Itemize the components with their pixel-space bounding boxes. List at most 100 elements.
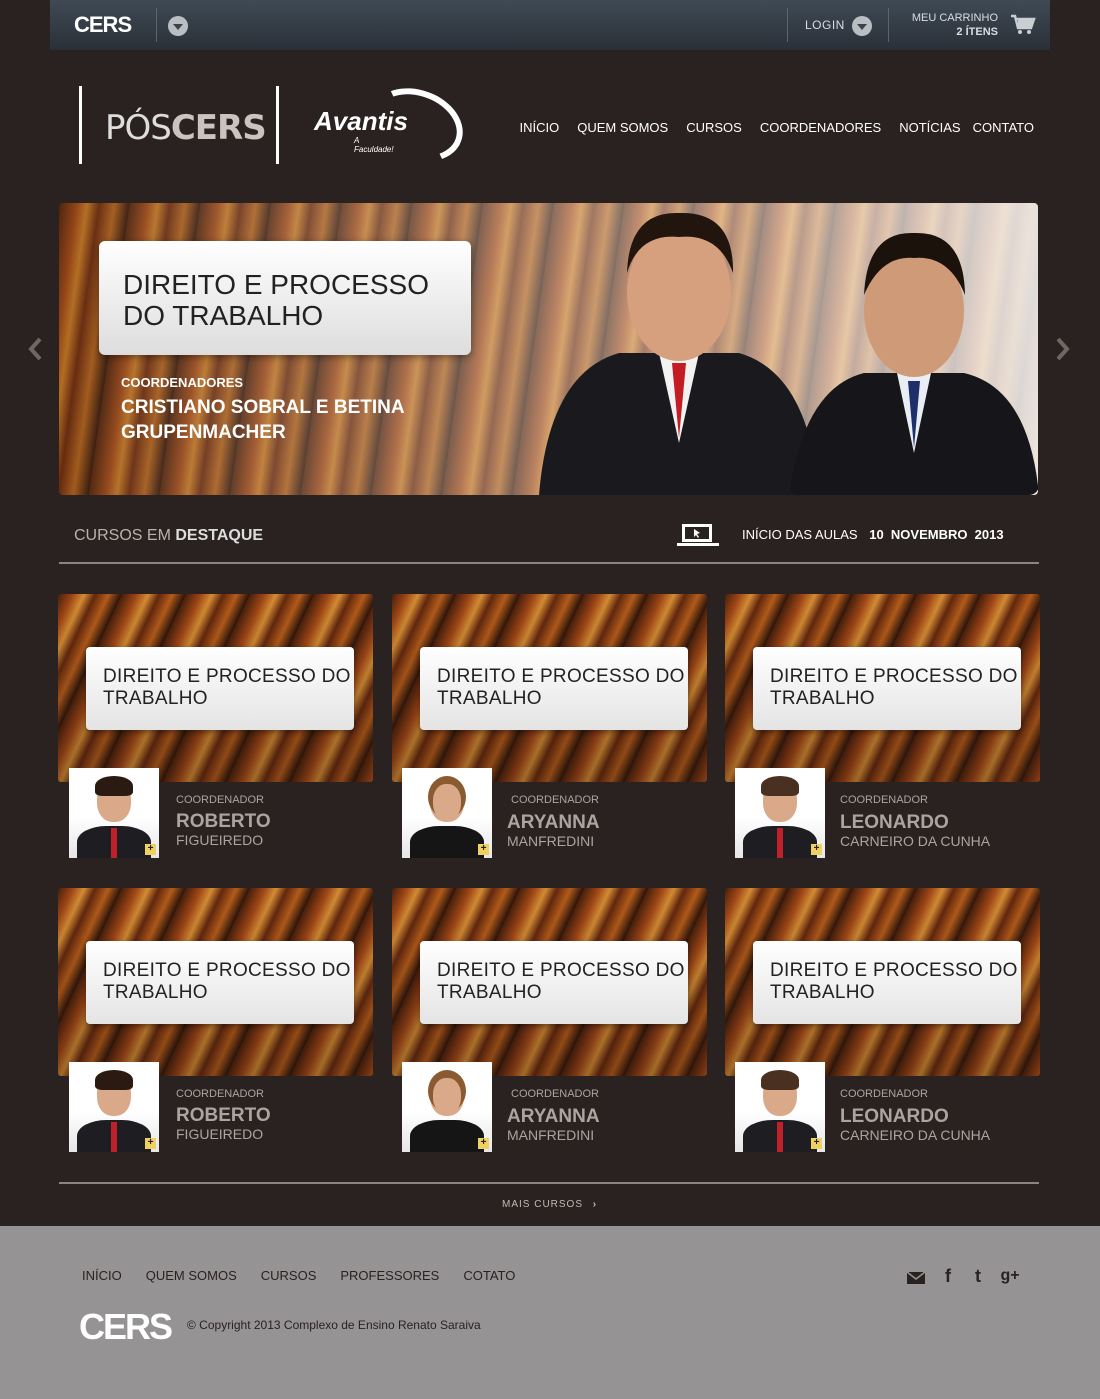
footer-nav-cursos[interactable]: CURSOS	[261, 1268, 317, 1283]
section-label: CURSOS EM	[74, 527, 171, 544]
coord-first-name: ARYANNA	[507, 1106, 600, 1127]
monitor-icon	[677, 524, 719, 546]
coord-label: COORDENADOR	[511, 794, 600, 806]
course-title: DIREITO E PROCESSO DO TRABALHO	[770, 960, 1018, 1003]
nav-inicio[interactable]: INÍCIO	[519, 120, 559, 135]
coord-label: COORDENADOR	[176, 794, 265, 806]
coord-last-name: MANFREDINI	[507, 833, 595, 849]
plus-icon[interactable]: +	[478, 1138, 489, 1149]
coordinator-avatar[interactable]: +	[69, 1062, 159, 1152]
divider	[888, 8, 889, 42]
coord-last-name: CARNEIRO DA CUNHA	[840, 1127, 991, 1143]
coordinator-avatar[interactable]: +	[69, 768, 159, 858]
footer-nav-inicio[interactable]: INÍCIO	[82, 1268, 122, 1283]
class-start: INÍCIO DAS AULAS 10 NOVEMBRO 2013	[742, 527, 1004, 542]
course-card[interactable]: DIREITO E PROCESSO DO TRABALHO	[725, 888, 1040, 1076]
course-title-card: DIREITO E PROCESSO DO TRABALHO	[420, 941, 688, 1024]
class-start-date: 10 NOVEMBRO 2013	[869, 527, 1004, 542]
course-card[interactable]: DIREITO E PROCESSO DO TRABALHO	[725, 594, 1040, 782]
top-bar: CERS LOGIN MEU CARRINHO 2 ÍTENS	[50, 0, 1050, 50]
course-title: DIREITO E PROCESSO DO TRABALHO	[437, 666, 685, 709]
course-title-card: DIREITO E PROCESSO DO TRABALHO	[753, 647, 1021, 730]
nav-quem-somos[interactable]: QUEM SOMOS	[577, 120, 668, 135]
coordinator-avatar[interactable]: +	[402, 1062, 492, 1152]
coord-label: COORDENADOR	[840, 1088, 929, 1100]
cart-link[interactable]: MEU CARRINHO 2 ÍTENS	[912, 11, 998, 39]
section-label-bold: DESTAQUE	[175, 527, 264, 544]
divider	[59, 562, 1039, 564]
divider	[156, 8, 157, 42]
avantis-tagline: A Faculdade!	[354, 136, 394, 154]
nav-coordenadores[interactable]: COORDENADORES	[760, 120, 881, 135]
hero-coord-label: COORDENADORES	[121, 375, 244, 390]
hero-banner[interactable]: DIREITO E PROCESSO DO TRABALHO COORDENAD…	[59, 203, 1038, 495]
course-card[interactable]: DIREITO E PROCESSO DO TRABALHO	[58, 888, 373, 1076]
chevron-left-icon[interactable]	[28, 337, 42, 361]
coord-label: COORDENADOR	[840, 794, 929, 806]
coord-last-name: CARNEIRO DA CUNHA	[840, 833, 991, 849]
plus-icon[interactable]: +	[145, 1138, 156, 1149]
google-plus-icon[interactable]: g+	[1000, 1266, 1020, 1286]
coord-label: COORDENADOR	[511, 1088, 600, 1100]
plus-icon[interactable]: +	[811, 1138, 822, 1149]
coordinator-avatar[interactable]: +	[735, 768, 825, 858]
course-title: DIREITO E PROCESSO DO TRABALHO	[103, 960, 351, 1003]
coord-last-name: FIGUEIREDO	[176, 1126, 264, 1142]
pos-text: PÓS	[105, 108, 172, 148]
footer-nav-professores[interactable]: PROFESSORES	[340, 1268, 439, 1283]
coord-last-name: FIGUEIREDO	[176, 832, 264, 848]
coord-first-name: ARYANNA	[507, 812, 600, 833]
coordinator-avatar[interactable]: +	[735, 1062, 825, 1152]
more-courses-link[interactable]: MAIS CURSOS ›	[502, 1199, 597, 1210]
coord-first-name: ROBERTO	[176, 811, 271, 832]
course-title-card: DIREITO E PROCESSO DO TRABALHO	[753, 941, 1021, 1024]
coord-first-name: ROBERTO	[176, 1105, 271, 1126]
footer-nav-cotato[interactable]: COTATO	[463, 1268, 515, 1283]
footer-nav-quem-somos[interactable]: QUEM SOMOS	[146, 1268, 237, 1283]
coordinator-photo	[539, 212, 819, 495]
course-card[interactable]: DIREITO E PROCESSO DO TRABALHO	[392, 888, 707, 1076]
login-chevron-down-icon[interactable]	[852, 16, 872, 36]
cart-label: MEU CARRINHO	[911, 12, 998, 24]
cart-count: 2 ÍTENS	[956, 26, 998, 38]
nav-cursos[interactable]: CURSOS	[686, 120, 742, 135]
class-start-label: INÍCIO DAS AULAS	[742, 527, 858, 542]
login-link[interactable]: LOGIN	[805, 18, 845, 32]
course-card[interactable]: DIREITO E PROCESSO DO TRABALHO	[392, 594, 707, 782]
plus-icon[interactable]: +	[145, 844, 156, 855]
nav-contato[interactable]: CONTATO	[973, 120, 1034, 135]
hero-coord-names: CRISTIANO SOBRAL E BETINA GRUPENMACHER	[121, 397, 404, 443]
divider	[59, 1182, 1039, 1184]
cart-icon[interactable]	[1010, 14, 1036, 36]
avantis-logo: Avantis	[314, 106, 408, 136]
facebook-icon[interactable]: f	[938, 1266, 958, 1286]
chevron-down-icon[interactable]	[168, 16, 188, 36]
course-title: DIREITO E PROCESSO DO TRABALHO	[770, 666, 1018, 709]
course-card[interactable]: DIREITO E PROCESSO DO TRABALHO	[58, 594, 373, 782]
logo-bar	[276, 86, 279, 164]
footer-cers-logo[interactable]: CERS	[79, 1306, 173, 1348]
coord-last-name: MANFREDINI	[507, 1127, 595, 1143]
coord-label: COORDENADOR	[176, 1088, 265, 1100]
logo-bar	[79, 86, 82, 164]
course-title: DIREITO E PROCESSO DO TRABALHO	[103, 666, 351, 709]
plus-icon[interactable]: +	[478, 844, 489, 855]
hero-title-card: DIREITO E PROCESSO DO TRABALHO	[99, 241, 471, 355]
email-icon[interactable]	[906, 1268, 926, 1288]
main-nav: INÍCIO QUEM SOMOS CURSOS COORDENADORES N…	[519, 120, 1034, 135]
chevron-right-icon: ›	[592, 1199, 598, 1210]
more-courses-label: MAIS CURSOS	[502, 1199, 584, 1210]
twitter-icon[interactable]: t	[968, 1266, 988, 1286]
cers-text: CERS	[170, 108, 267, 148]
course-title-card: DIREITO E PROCESSO DO TRABALHO	[86, 941, 354, 1024]
chevron-right-icon[interactable]	[1056, 337, 1070, 361]
divider	[787, 8, 788, 42]
coord-first-name: LEONARDO	[840, 812, 949, 833]
plus-icon[interactable]: +	[811, 844, 822, 855]
cers-logo[interactable]: CERS	[74, 12, 132, 38]
footer: INÍCIO QUEM SOMOS CURSOS PROFESSORES COT…	[0, 1226, 1100, 1399]
coord-first-name: LEONARDO	[840, 1106, 949, 1127]
coordinator-avatar[interactable]: +	[402, 768, 492, 858]
nav-noticias[interactable]: NOTÍCIAS	[899, 120, 960, 135]
copyright: © Copyright 2013 Complexo de Ensino Rena…	[187, 1318, 481, 1332]
